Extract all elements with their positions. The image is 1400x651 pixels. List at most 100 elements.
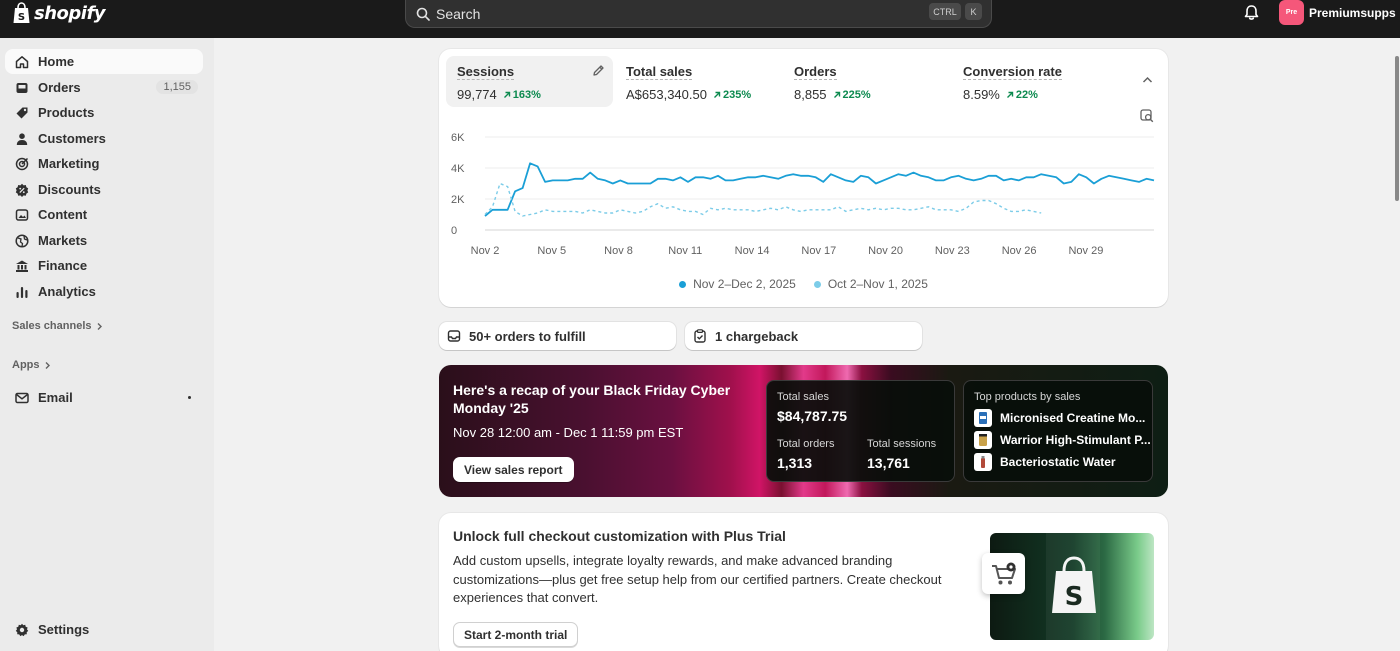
metric-sessions[interactable]: Sessions 99,774 163% [446, 56, 613, 107]
series-line-current [484, 162, 1155, 217]
legend-swatch-previous [813, 280, 821, 288]
store-menu[interactable]: Pre Premiumsupps [1279, 0, 1396, 25]
sidebar-item-label: Markets [38, 233, 88, 248]
arrow-up-right-icon [503, 91, 510, 98]
metric-delta-value: 235% [722, 88, 752, 101]
content-icon [14, 207, 30, 223]
top-product-item[interactable]: Warrior High-Stimulant P... [974, 431, 1152, 449]
sidebar-item-email[interactable]: Email [5, 385, 203, 410]
top-product-item[interactable]: Micronised Creatine Mo... [974, 409, 1152, 427]
target-icon [14, 156, 30, 172]
shopify-logo[interactable]: S shopify [12, 2, 106, 24]
metric-delta-value: 225% [842, 88, 871, 101]
sidebar-item-label: Analytics [38, 284, 96, 299]
chart-zoom-icon[interactable] [1140, 109, 1154, 123]
plus-trial-description: Add custom upsells, integrate loyalty re… [453, 553, 942, 605]
scrollbar-thumb[interactable] [1395, 56, 1399, 201]
sidebar-item-label: Customers [38, 131, 106, 146]
x-tick-label: Nov 20 [868, 245, 903, 257]
sidebar-item-analytics[interactable]: Analytics [5, 279, 203, 304]
sidebar-item-finance[interactable]: Finance [5, 253, 203, 278]
total-sessions-label: Total sessions [867, 438, 937, 450]
bank-icon [14, 258, 30, 274]
sidebar-item-label: Email [38, 390, 73, 405]
metric-delta: 163% [503, 89, 541, 101]
metric-delta: 235% [713, 89, 751, 101]
edit-pencil-icon[interactable] [592, 64, 605, 77]
sidebar-item-orders[interactable]: Orders 1,155 [5, 75, 203, 100]
metric-value: 99,774 [457, 87, 497, 102]
top-product-item[interactable]: Bacteriostatic Water [974, 453, 1152, 471]
sidebar-item-label: Settings [38, 622, 90, 637]
orders-icon [14, 80, 30, 96]
sidebar-item-label: Orders [38, 80, 81, 95]
chevron-right-icon [97, 322, 102, 330]
person-icon [14, 131, 30, 147]
x-tick-label: Nov 26 [1002, 245, 1037, 257]
x-tick-label: Nov 2 [471, 245, 500, 257]
total-sales-value: $84,787.75 [777, 408, 848, 424]
orders-count-badge: 1,155 [156, 80, 198, 94]
sidebar-item-marketing[interactable]: Marketing [5, 151, 203, 176]
arrow-up-right-icon [713, 91, 721, 98]
metric-orders[interactable]: Orders 8,855 225% [783, 56, 950, 107]
chargeback-task[interactable]: 1 chargeback [685, 322, 922, 350]
y-tick-label: 4K [451, 163, 465, 175]
legend-label-previous: Oct 2–Nov 1, 2025 [827, 277, 928, 291]
legend-item-previous: Oct 2–Nov 1, 2025 [813, 277, 928, 291]
metric-value: 8.59% [963, 87, 1000, 102]
chevron-right-icon [45, 361, 50, 369]
page-scrollbar[interactable] [1393, 38, 1400, 651]
brand-name: shopify [34, 2, 106, 24]
sidebar-item-content[interactable]: Content [5, 202, 203, 227]
notification-bell-icon[interactable] [1244, 4, 1259, 21]
shopify-bag-icon: S [13, 2, 30, 23]
legend-label-current: Nov 2–Dec 2, 2025 [693, 277, 796, 291]
metric-conversion-rate[interactable]: Conversion rate 8.59% 22% [952, 56, 1119, 107]
sidebar-item-products[interactable]: Products [5, 100, 203, 125]
store-avatar: Pre [1279, 0, 1304, 25]
bfcm-recap-banner: Here's a recap of your Black Friday Cybe… [439, 365, 1168, 497]
x-tick-label: Nov 29 [1068, 245, 1103, 257]
metric-delta: 22% [1006, 89, 1038, 101]
unread-dot [188, 396, 191, 399]
sidebar-item-label: Marketing [38, 156, 100, 171]
search-icon [416, 7, 430, 21]
bar-chart-icon [14, 284, 30, 300]
sidebar-item-label: Discounts [38, 182, 101, 197]
product-thumbnail [974, 453, 992, 471]
sales-channels-section[interactable]: Sales channels [12, 320, 103, 332]
total-orders-label: Total orders [777, 438, 835, 450]
top-product-name: Bacteriostatic Water [1000, 455, 1116, 469]
svg-text:S: S [1065, 582, 1084, 612]
metric-value: A$653,340.50 [626, 87, 707, 102]
chevron-up-icon[interactable] [1142, 76, 1153, 84]
sidebar-item-home[interactable]: Home [5, 49, 203, 74]
metric-label: Orders [794, 64, 837, 80]
plus-trial-card: Unlock full checkout customization with … [439, 513, 1168, 651]
bfcm-title: Here's a recap of your Black Friday Cybe… [453, 382, 731, 416]
sidebar-item-discounts[interactable]: Discounts [5, 177, 203, 202]
search-bar[interactable]: Search CTRL K [405, 0, 992, 28]
view-sales-report-button[interactable]: View sales report [453, 457, 574, 482]
x-tick-label: Nov 14 [735, 245, 770, 257]
start-trial-button[interactable]: Start 2-month trial [453, 622, 579, 647]
legend-item-current: Nov 2–Dec 2, 2025 [679, 277, 796, 291]
apps-section[interactable]: Apps [12, 359, 51, 371]
metric-total-sales[interactable]: Total sales A$653,340.50 235% [615, 56, 782, 107]
y-tick-label: 0 [451, 225, 457, 237]
email-icon [14, 390, 30, 406]
metric-delta-value: 22% [1015, 88, 1038, 101]
sales-channels-label: Sales channels [12, 320, 92, 332]
apps-label: Apps [12, 359, 40, 371]
orders-to-fulfill-task[interactable]: 50+ orders to fulfill [439, 322, 676, 350]
product-thumbnail [974, 431, 992, 449]
sidebar-item-settings[interactable]: Settings [5, 617, 203, 642]
sidebar-item-label: Home [38, 54, 75, 69]
bfcm-date-range: Nov 28 12:00 am - Dec 1 11:59 pm EST [453, 425, 684, 440]
total-sales-label: Total sales [777, 391, 829, 403]
sidebar-item-customers[interactable]: Customers [5, 126, 203, 151]
sidebar-item-markets[interactable]: Markets [5, 228, 203, 253]
plus-trial-title: Unlock full checkout customization with … [453, 528, 786, 544]
metric-label: Sessions [457, 64, 515, 80]
